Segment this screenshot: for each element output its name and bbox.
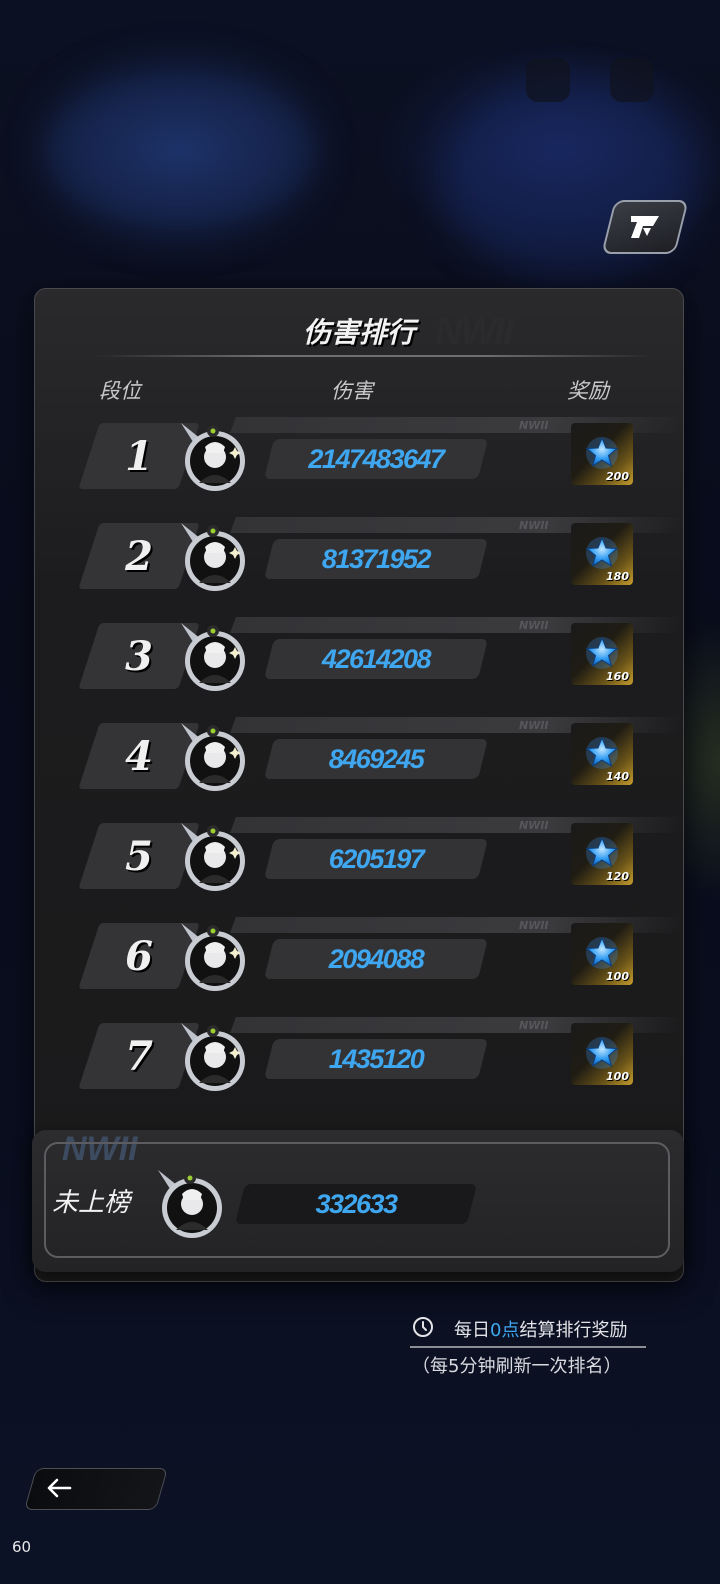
ranking-row: NWII 5 6205197 120 [78,817,686,897]
player-avatar[interactable] [175,417,249,495]
settlement-prefix: 每日 [454,1320,490,1341]
my-ranking-panel: NWII 未上榜 332633 [32,1130,684,1272]
damage-value: 1435120 [328,1043,425,1074]
column-header-rank: 段位 [99,379,141,403]
column-header-damage: 伤害 [331,379,373,403]
player-avatar[interactable] [175,1017,249,1095]
reward-item[interactable]: 200 [571,423,633,485]
arrow-left-icon[interactable] [44,1476,74,1500]
player-avatar[interactable] [175,817,249,895]
rank-number: 6 [125,932,153,980]
row-band-watermark: NWII [519,819,549,832]
reward-item[interactable]: 120 [571,823,633,885]
damage-value: 2094088 [328,943,425,974]
row-band-watermark: NWII [519,719,549,732]
row-band-watermark: NWII [519,1019,549,1032]
reward-item[interactable]: 180 [571,523,633,585]
reward-item[interactable]: 100 [571,1023,633,1085]
my-rank-label: 未上榜 [52,1188,131,1218]
ranking-row: NWII 7 1435120 100 [78,1017,686,1097]
settlement-suffix: 结算排行奖励 [519,1320,628,1341]
damage-value: 6205197 [328,843,425,874]
reward-count: 180 [606,570,629,583]
settlement-info: 每日0点结算排行奖励 [410,1312,646,1348]
reward-count: 140 [606,770,629,783]
top-button-right [610,58,654,102]
player-avatar[interactable] [175,717,249,795]
damage-value: 81371952 [321,543,432,574]
damage-value: 8469245 [328,743,425,774]
game-logo-button[interactable] [601,200,689,254]
rank-number: 2 [125,532,153,580]
reward-count: 120 [606,870,629,883]
top-button-left [526,58,570,102]
my-damage-value: 332633 [315,1188,398,1219]
panel-title: 伤害排行 [302,316,415,349]
row-band-watermark: NWII [519,419,549,432]
row-band-watermark: NWII [519,619,549,632]
background-blur-left [40,60,320,240]
player-avatar[interactable] [175,617,249,695]
rank-number: 3 [125,632,153,680]
reward-item[interactable]: 160 [571,623,633,685]
ranking-row: NWII 1 2147483647 200 [78,417,686,497]
reward-count: 100 [606,970,629,983]
damage-value: 2147483647 [308,443,445,474]
ranking-row: NWII 6 2094088 100 [78,917,686,997]
reward-count: 100 [606,1070,629,1083]
rank-number: 7 [125,1032,153,1080]
clock-icon [413,1317,433,1337]
ranking-row: NWII 2 81371952 180 [78,517,686,597]
my-avatar[interactable] [152,1164,226,1242]
reward-count: 160 [606,670,629,683]
player-avatar[interactable] [175,917,249,995]
rank-number: 4 [125,732,153,780]
reward-item[interactable]: 140 [571,723,633,785]
game-logo-icon [631,216,659,238]
row-band-watermark: NWII [519,919,549,932]
ranking-row: NWII 3 42614208 160 [78,617,686,697]
refresh-note: （每5分钟刷新一次排名） [412,1356,622,1377]
rank-number: 1 [125,432,153,480]
ranking-row: NWII 4 8469245 140 [78,717,686,797]
reward-count: 200 [606,470,629,483]
rank-number: 5 [125,832,153,880]
row-band-watermark: NWII [519,519,549,532]
reward-item[interactable]: 100 [571,923,633,985]
settlement-text: 每日0点结算排行奖励 [454,1316,627,1342]
settlement-time: 0点 [490,1320,520,1341]
column-header-reward: 奖励 [567,379,609,403]
player-avatar[interactable] [175,517,249,595]
damage-value: 42614208 [321,643,432,674]
title-divider [95,355,653,357]
fps-counter: 60 [12,1538,32,1556]
